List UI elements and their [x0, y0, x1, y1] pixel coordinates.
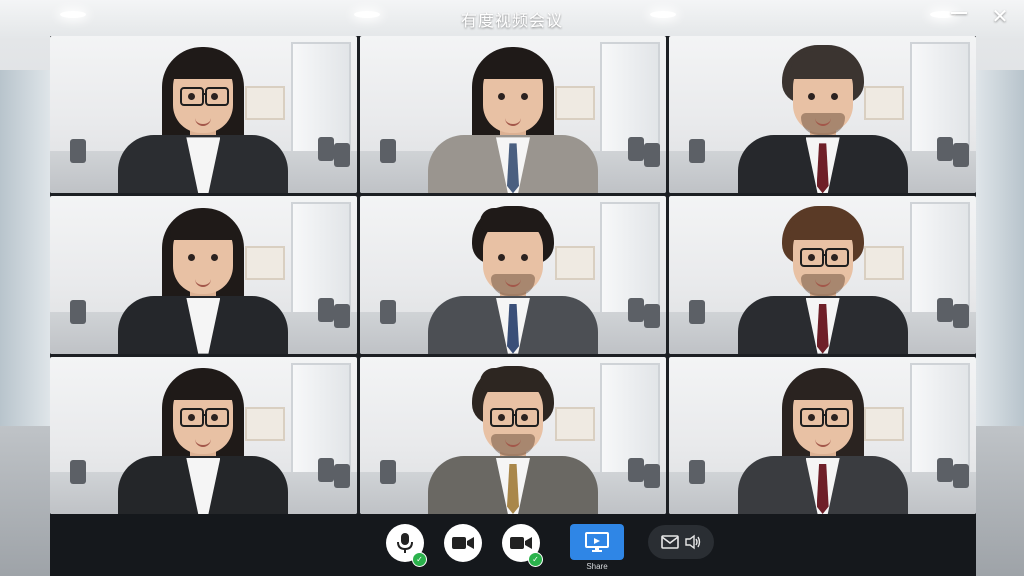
office-chair: [953, 303, 970, 328]
participant-eye: [211, 253, 219, 261]
participant-bangs: [170, 51, 237, 80]
title-bar: 有度视频会议 ✕: [0, 0, 1024, 34]
office-chair: [643, 143, 660, 168]
office-chair: [379, 459, 396, 484]
glasses-lens: [799, 407, 824, 427]
participant-tile[interactable]: [359, 196, 667, 354]
participant-bangs: [170, 371, 237, 400]
office-chair: [70, 459, 86, 484]
minimize-icon: [951, 12, 967, 14]
glasses-bridge: [202, 93, 208, 96]
participant-avatar: [427, 43, 598, 194]
participant-avatar: [737, 43, 908, 194]
participant-avatar: [737, 364, 908, 514]
glasses-bridge: [511, 413, 517, 416]
participant-tile[interactable]: [50, 196, 357, 354]
participant-tile[interactable]: [359, 356, 667, 514]
video-camera-icon: [510, 537, 532, 549]
room-window: [976, 70, 1024, 430]
glasses-bridge: [821, 253, 827, 256]
glasses-lens: [799, 247, 824, 267]
participant-tile[interactable]: [669, 356, 976, 514]
office-chair: [318, 137, 334, 162]
share-screen-button[interactable]: [570, 524, 624, 560]
office-chair: [689, 459, 706, 484]
participant-tile[interactable]: [50, 356, 357, 514]
office-chair: [643, 303, 660, 328]
office-chair: [70, 139, 86, 164]
video-camera-icon: [452, 537, 474, 549]
participant-avatar: [118, 204, 289, 354]
glasses-lens: [489, 407, 514, 427]
minimize-button[interactable]: [946, 4, 972, 28]
office-chair: [379, 299, 396, 324]
glasses-lens: [514, 407, 539, 427]
control-bar: ✓ ✓ Share: [50, 514, 976, 576]
participant-bangs: [789, 51, 856, 80]
office-chair: [689, 299, 706, 324]
office-chair: [953, 143, 970, 168]
participant-bangs: [789, 211, 856, 240]
video-status-badge: ✓: [528, 552, 543, 567]
office-chair: [937, 297, 954, 322]
microphone-icon: [397, 533, 413, 553]
participant-bangs: [479, 367, 546, 392]
participant-bangs: [479, 51, 546, 80]
participant-avatar: [737, 204, 908, 354]
office-chair: [70, 299, 86, 324]
office-chair: [334, 303, 350, 328]
office-chair: [334, 143, 350, 168]
glasses-lens: [180, 407, 205, 427]
envelope-icon: [661, 535, 679, 549]
participant-eye: [520, 253, 528, 261]
video-grid: [50, 36, 976, 514]
participant-avatar: [427, 204, 598, 354]
participant-tile[interactable]: [669, 36, 976, 194]
glasses-bridge: [202, 413, 208, 416]
office-chair: [334, 463, 350, 488]
app-title: 有度视频会议: [460, 13, 563, 30]
room-window: [0, 70, 50, 430]
close-icon: ✕: [991, 5, 1009, 28]
close-button[interactable]: ✕: [987, 4, 1013, 28]
participant-bangs: [789, 371, 856, 400]
glasses-lens: [180, 87, 205, 107]
participant-avatar: [118, 43, 289, 194]
participant-eye: [807, 93, 815, 101]
messages-button[interactable]: [648, 525, 714, 559]
participant-eye: [497, 253, 505, 261]
mic-status-badge: ✓: [412, 552, 427, 567]
glasses-lens: [824, 407, 849, 427]
participant-bangs: [170, 211, 237, 240]
participant-avatar: [118, 364, 289, 514]
office-chair: [318, 297, 334, 322]
participant-tile[interactable]: [50, 36, 357, 194]
office-chair: [318, 457, 334, 482]
glasses-bridge: [821, 413, 827, 416]
participant-eye: [830, 93, 838, 101]
camera-button[interactable]: [444, 524, 482, 562]
glasses-lens: [205, 87, 230, 107]
participant-bangs: [479, 207, 546, 232]
monitor-icon: [585, 532, 609, 552]
participant-avatar: [427, 364, 598, 514]
speaker-icon: [685, 534, 701, 550]
share-screen-label: Share: [586, 562, 608, 571]
glasses-lens: [824, 247, 849, 267]
glasses-lens: [205, 407, 230, 427]
participant-eye: [188, 253, 196, 261]
office-chair: [627, 297, 644, 322]
office-chair: [379, 139, 396, 164]
office-chair: [643, 463, 660, 488]
participant-tile[interactable]: [359, 36, 667, 194]
office-chair: [689, 139, 706, 164]
office-chair: [627, 137, 644, 162]
office-chair: [937, 137, 954, 162]
office-chair: [937, 457, 954, 482]
office-chair: [953, 463, 970, 488]
participant-tile[interactable]: [669, 196, 976, 354]
office-chair: [627, 457, 644, 482]
